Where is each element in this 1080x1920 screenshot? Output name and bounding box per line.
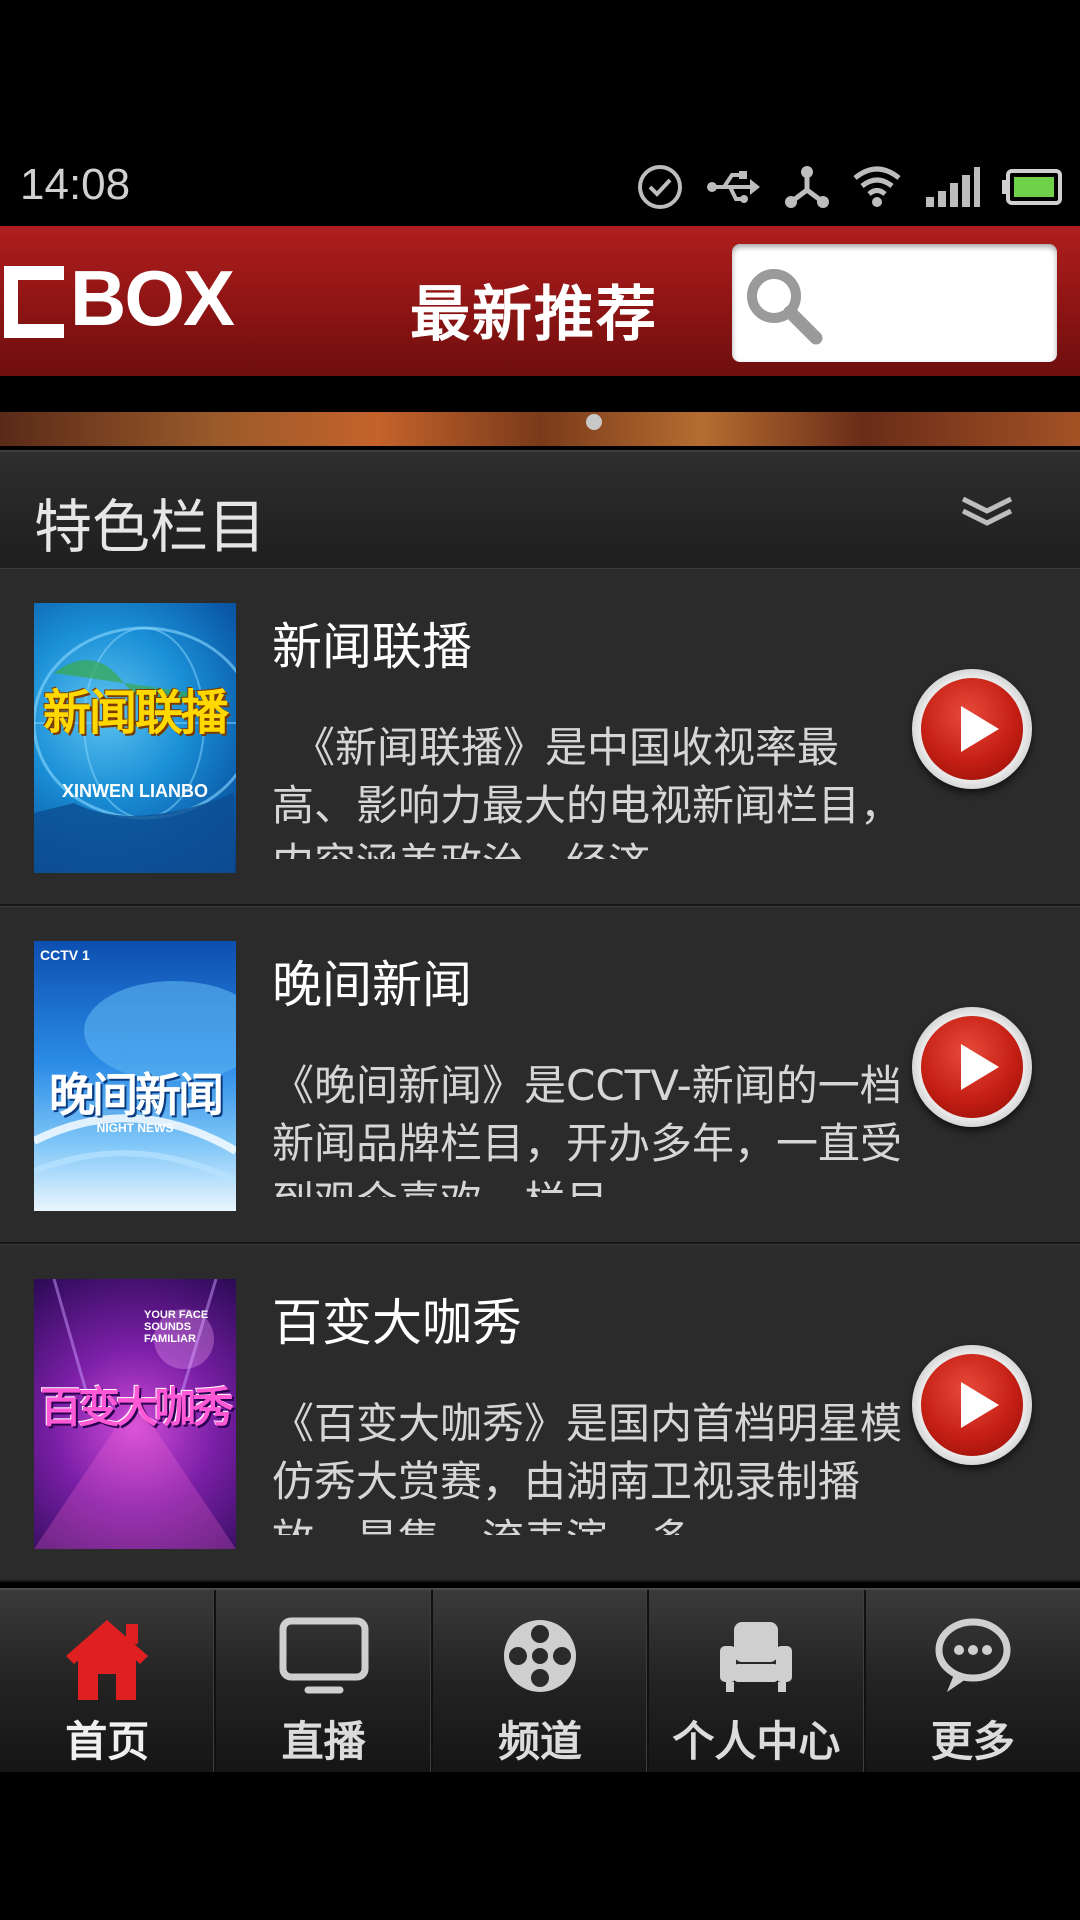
section-title: 特色栏目 bbox=[34, 493, 267, 561]
home-icon bbox=[66, 1620, 149, 1700]
play-icon bbox=[961, 1382, 999, 1428]
nav-label: 更多 bbox=[930, 1717, 1015, 1766]
list-item[interactable]: 新闻联播 XINWEN LIANBO 新闻联播 《新闻联播》是中国收视率最高、影… bbox=[0, 568, 1080, 906]
nav-item-profile[interactable]: 个人中心 bbox=[649, 1590, 866, 1772]
program-description: 《晚间新闻》是CCTV-新闻的一档新闻品牌栏目，开办多年，一直受到观众喜欢，栏目 bbox=[272, 1061, 902, 1197]
thumbnail-subtitle: NIGHT NEWS bbox=[96, 1121, 174, 1135]
list-item[interactable]: CCTV 1 晚间新闻 NIGHT NEWS 晚间新闻 《晚间新闻》是CCTV-… bbox=[0, 906, 1080, 1244]
nav-item-home[interactable]: 首页 bbox=[0, 1590, 217, 1772]
program-thumbnail[interactable]: 新闻联播 XINWEN LIANBO bbox=[34, 603, 236, 873]
nav-label: 首页 bbox=[65, 1717, 150, 1766]
banner-carousel[interactable] bbox=[0, 412, 1080, 446]
play-button[interactable] bbox=[912, 1007, 1032, 1127]
logo-mark-icon bbox=[4, 258, 68, 338]
nav-label: 个人中心 bbox=[672, 1717, 841, 1766]
armchair-icon bbox=[720, 1622, 793, 1692]
search-icon[interactable] bbox=[742, 264, 824, 346]
list-item[interactable]: 百变大咖秀 YOUR FACE SOUNDS FAMILIAR 百变大咖秀 《百… bbox=[0, 1244, 1080, 1582]
program-description: 《百变大咖秀》是国内首档明星模仿秀大赏赛，由湖南卫视录制播放，是集一流表演、多 bbox=[272, 1399, 902, 1535]
section-header[interactable]: 特色栏目 bbox=[0, 450, 1080, 570]
play-button[interactable] bbox=[912, 669, 1032, 789]
signal-icon bbox=[926, 167, 980, 207]
app-screen: 14:08 BOX 最新推荐 特色栏目 新闻联播 XINWEN LIANBO 新… bbox=[0, 0, 1080, 1920]
nav-item-live[interactable]: 直播 bbox=[216, 1590, 433, 1772]
program-title: 百变大咖秀 bbox=[272, 1294, 522, 1352]
thumbnail-title: 晚间新闻 bbox=[49, 1068, 224, 1122]
program-thumbnail[interactable]: 百变大咖秀 YOUR FACE SOUNDS FAMILIAR bbox=[34, 1279, 236, 1549]
search-input[interactable] bbox=[828, 274, 1042, 332]
nav-item-channels[interactable]: 频道 bbox=[433, 1590, 650, 1772]
program-title: 新闻联播 bbox=[272, 618, 472, 676]
cbox-logo[interactable]: BOX bbox=[4, 248, 235, 348]
thumbnail-subtitle: XINWEN LIANBO bbox=[62, 781, 208, 801]
program-title: 晚间新闻 bbox=[272, 956, 472, 1014]
play-button[interactable] bbox=[912, 1345, 1032, 1465]
nav-label: 频道 bbox=[498, 1717, 583, 1766]
tv-icon bbox=[279, 1617, 369, 1694]
thumbnail-subtitle: YOUR FACE SOUNDS FAMILIAR bbox=[144, 1309, 209, 1345]
carousel-indicator-dot bbox=[586, 414, 602, 430]
share-node-icon bbox=[785, 166, 829, 208]
battery-icon bbox=[1002, 169, 1062, 205]
program-thumbnail[interactable]: CCTV 1 晚间新闻 NIGHT NEWS bbox=[34, 941, 236, 1211]
page-title: 最新推荐 bbox=[410, 280, 658, 350]
usb-icon bbox=[707, 171, 760, 203]
nav-label: 直播 bbox=[281, 1717, 366, 1766]
app-header: BOX 最新推荐 bbox=[0, 226, 1080, 376]
film-reel-icon bbox=[504, 1620, 577, 1692]
logo-text: BOX bbox=[70, 254, 235, 342]
chat-bubble-icon bbox=[935, 1618, 1011, 1692]
status-bar: 14:08 bbox=[0, 150, 1080, 226]
checkmark-circle-icon bbox=[638, 165, 682, 209]
wifi-icon bbox=[853, 166, 901, 207]
chevron-down-icon[interactable] bbox=[960, 494, 1014, 528]
program-description: 《新闻联播》是中国收视率最高、影响力最大的电视新闻栏目，内容涵盖政治、经济 bbox=[272, 723, 902, 859]
program-list: 新闻联播 XINWEN LIANBO 新闻联播 《新闻联播》是中国收视率最高、影… bbox=[0, 568, 1080, 1582]
play-icon bbox=[961, 706, 999, 752]
search-box[interactable] bbox=[732, 244, 1057, 362]
status-time: 14:08 bbox=[20, 160, 131, 209]
play-icon bbox=[961, 1044, 999, 1090]
status-icons bbox=[636, 160, 1062, 214]
nav-item-more[interactable]: 更多 bbox=[866, 1590, 1080, 1772]
thumbnail-title: 百变大咖秀 bbox=[39, 1383, 234, 1432]
thumbnail-title: 新闻联播 bbox=[42, 685, 229, 741]
bottom-nav: 首页 直播 频道 个人中心 更多 bbox=[0, 1588, 1080, 1772]
